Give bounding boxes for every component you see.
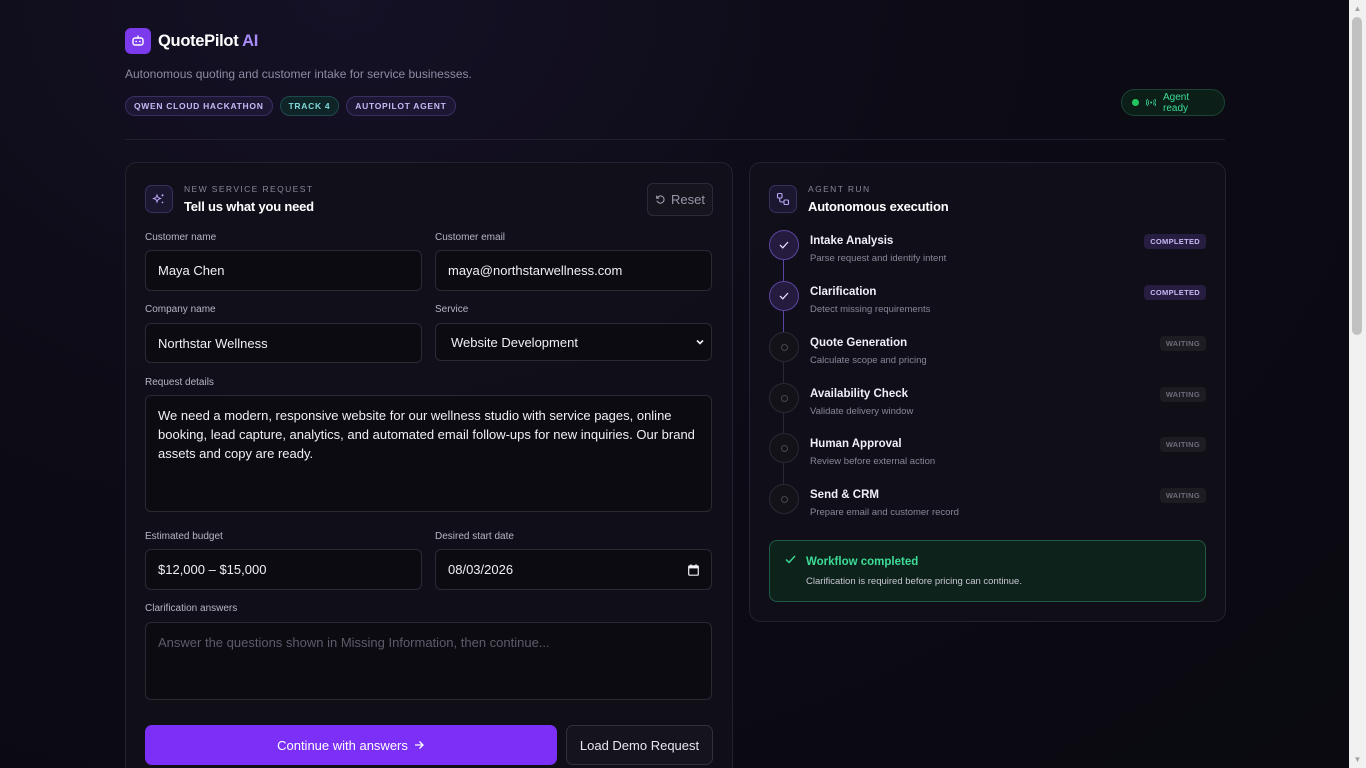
load-demo-label: Load Demo Request <box>579 737 700 753</box>
brand-suffix: AI <box>242 31 259 50</box>
start-date-value: 08/03/2026 <box>448 562 514 577</box>
scroll-up-icon[interactable]: ▲ <box>1349 0 1366 17</box>
pending-icon <box>769 433 799 463</box>
budget-input[interactable]: $12,000 – $15,000 <box>145 549 422 590</box>
step-name: Human Approval <box>810 438 902 450</box>
service-label: Service <box>435 304 469 315</box>
status-badge: WAITING <box>1159 387 1206 402</box>
badge-list: QWEN CLOUD HACKATHON TRACK 4 AUTOPILOT A… <box>125 96 456 116</box>
step-human-approval: Human Approval Review before external ac… <box>769 433 1206 483</box>
step-desc: Prepare email and customer record <box>810 507 959 518</box>
page-scrollbar[interactable]: ▲ ▼ <box>1349 0 1366 768</box>
badge-autopilot: AUTOPILOT AGENT <box>346 96 456 116</box>
request-details-label: Request details <box>145 377 214 388</box>
customer-email-value: maya@northstarwellness.com <box>448 263 623 278</box>
step-clarification: Clarification Detect missing requirement… <box>769 281 1206 331</box>
brand-row: QuotePilot AI <box>125 28 1225 54</box>
step-name: Availability Check <box>810 388 909 400</box>
start-date-label: Desired start date <box>435 531 514 542</box>
chevron-down-icon <box>696 339 704 345</box>
customer-name-label: Customer name <box>145 232 217 243</box>
clarification-placeholder: Answer the questions shown in Missing In… <box>158 635 550 650</box>
workflow-icon <box>769 185 797 213</box>
company-name-value: Northstar Wellness <box>158 335 268 351</box>
workflow-result-banner: Workflow completed Clarification is requ… <box>769 540 1206 602</box>
agent-run-eyebrow: AGENT RUN <box>808 184 871 194</box>
sparkles-icon <box>145 185 173 213</box>
status-badge: WAITING <box>1159 437 1206 452</box>
scroll-down-icon[interactable]: ▼ <box>1349 751 1366 768</box>
step-desc: Parse request and identify intent <box>810 253 947 264</box>
intake-title: Tell us what you need <box>184 199 314 214</box>
check-icon <box>769 281 799 311</box>
step-desc: Detect missing requirements <box>810 304 931 315</box>
load-demo-button[interactable]: Load Demo Request <box>566 725 713 765</box>
step-name: Clarification <box>810 286 877 298</box>
request-details-textarea[interactable]: We need a modern, responsive website for… <box>145 395 712 512</box>
service-select[interactable]: Website Development <box>435 323 712 361</box>
step-send-crm: Send & CRM Prepare email and customer re… <box>769 484 1206 534</box>
budget-value: $12,000 – $15,000 <box>158 562 267 577</box>
customer-email-input[interactable]: maya@northstarwellness.com <box>435 250 712 291</box>
pending-icon <box>769 332 799 362</box>
agent-run-panel: AGENT RUN Autonomous execution Intake An… <box>749 162 1226 622</box>
step-quote-generation: Quote Generation Calculate scope and pri… <box>769 332 1206 382</box>
step-availability-check: Availability Check Validate delivery win… <box>769 383 1206 433</box>
check-icon <box>769 230 799 260</box>
status-badge: WAITING <box>1159 488 1206 503</box>
step-desc: Validate delivery window <box>810 406 914 417</box>
tagline: Autonomous quoting and customer intake f… <box>125 67 472 81</box>
pending-icon <box>769 484 799 514</box>
status-badge: COMPLETED <box>1144 234 1206 249</box>
agent-status-pill: Agent ready <box>1121 89 1225 116</box>
header-divider <box>125 139 1225 140</box>
step-name: Quote Generation <box>810 337 908 349</box>
step-name: Send & CRM <box>810 489 879 501</box>
clarification-label: Clarification answers <box>145 603 238 614</box>
service-value: Website Development <box>451 334 578 350</box>
customer-email-label: Customer email <box>435 232 506 243</box>
intake-eyebrow: NEW SERVICE REQUEST <box>184 184 314 194</box>
start-date-input[interactable]: 08/03/2026 <box>435 549 712 590</box>
status-dot-icon <box>1132 99 1139 106</box>
app-header: QuotePilot AI Autonomous quoting and cus… <box>125 28 1225 116</box>
robot-icon <box>125 28 151 54</box>
step-name: Intake Analysis <box>810 235 894 247</box>
brand-name: QuotePilot AI <box>158 31 259 50</box>
arrow-right-icon <box>414 741 424 749</box>
badge-hackathon: QWEN CLOUD HACKATHON <box>125 96 273 116</box>
company-name-label: Company name <box>145 304 216 315</box>
agent-status-label: Agent ready <box>1163 91 1190 114</box>
step-intake-analysis: Intake Analysis Parse request and identi… <box>769 230 1206 280</box>
check-icon <box>785 555 796 564</box>
budget-label: Estimated budget <box>145 531 223 542</box>
continue-label: Continue with answers <box>277 737 408 753</box>
result-message: Clarification is required before pricing… <box>806 576 1022 587</box>
reset-button[interactable]: Reset <box>647 183 713 216</box>
calendar-icon[interactable] <box>688 563 699 576</box>
step-desc: Calculate scope and pricing <box>810 355 927 366</box>
company-name-input[interactable]: Northstar Wellness <box>145 323 422 363</box>
scrollbar-thumb[interactable] <box>1352 17 1362 335</box>
result-title: Workflow completed <box>806 556 919 568</box>
continue-button[interactable]: Continue with answers <box>145 725 557 765</box>
reset-icon <box>656 195 665 204</box>
customer-name-input[interactable]: Maya Chen <box>145 250 422 291</box>
broadcast-icon <box>1145 98 1156 107</box>
reset-label: Reset <box>671 192 705 207</box>
status-badge: COMPLETED <box>1144 285 1206 300</box>
badge-track: TRACK 4 <box>279 96 340 116</box>
agent-run-title: Autonomous execution <box>808 199 949 214</box>
status-badge: WAITING <box>1159 336 1206 351</box>
request-details-value: We need a modern, responsive website for… <box>158 408 695 461</box>
intake-panel: NEW SERVICE REQUEST Tell us what you nee… <box>125 162 733 768</box>
step-desc: Review before external action <box>810 456 936 467</box>
pending-icon <box>769 383 799 413</box>
customer-name-value: Maya Chen <box>158 263 225 278</box>
clarification-textarea[interactable]: Answer the questions shown in Missing In… <box>145 622 712 700</box>
